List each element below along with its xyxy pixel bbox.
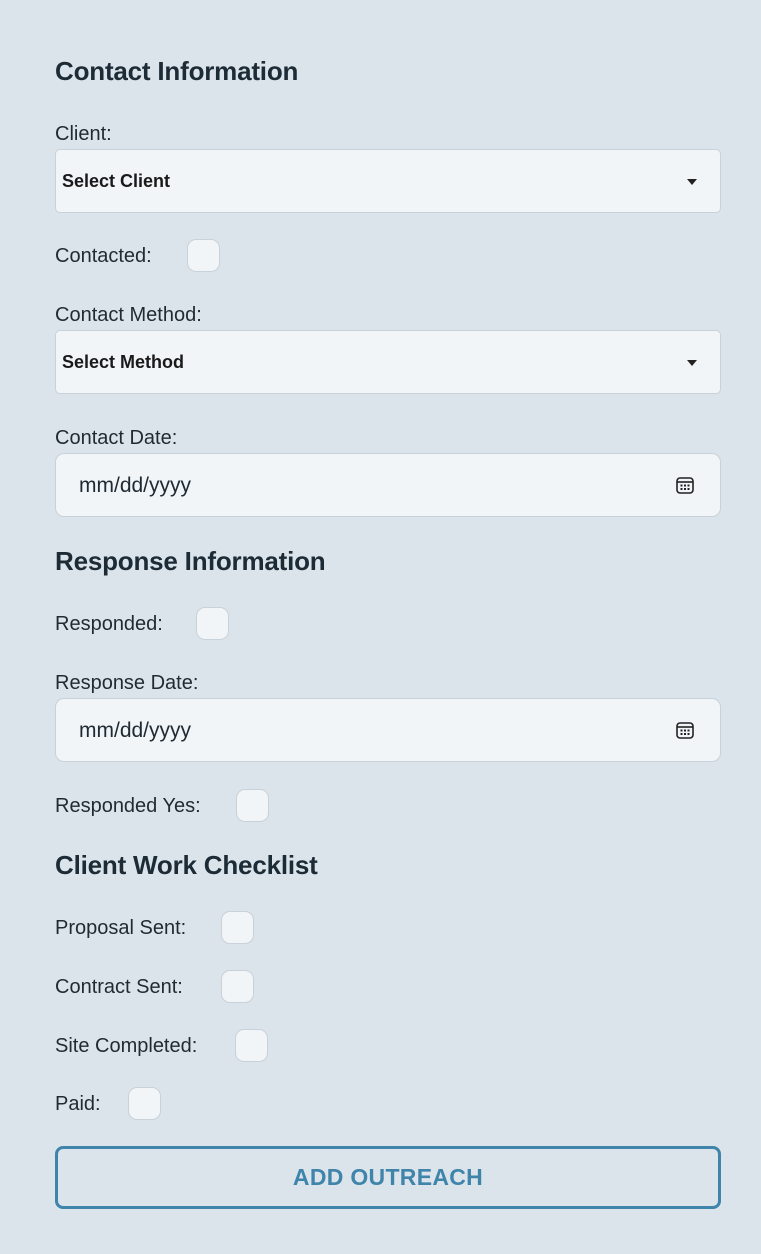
paid-checkbox[interactable] xyxy=(128,1087,161,1120)
contact-method-label: Contact Method: xyxy=(55,304,202,326)
calendar-icon[interactable] xyxy=(675,475,695,495)
contact-method-select[interactable]: Select Method xyxy=(55,330,721,394)
contract-sent-checkbox[interactable] xyxy=(221,970,254,1003)
paid-label: Paid: xyxy=(55,1093,101,1115)
site-completed-checkbox[interactable] xyxy=(235,1029,268,1062)
contacted-checkbox[interactable] xyxy=(187,239,220,272)
response-section-title: Response Information xyxy=(55,546,326,576)
add-outreach-button[interactable]: ADD OUTREACH xyxy=(55,1146,721,1209)
chevron-down-icon xyxy=(687,360,697,366)
contact-date-placeholder: mm/dd/yyyy xyxy=(79,474,192,497)
contact-date-label: Contact Date: xyxy=(55,427,178,449)
responded-checkbox[interactable] xyxy=(196,607,229,640)
client-select-value: Select Client xyxy=(62,171,171,191)
proposal-sent-label: Proposal Sent: xyxy=(55,917,187,939)
chevron-down-icon xyxy=(687,179,697,185)
response-date-input[interactable]: mm/dd/yyyy xyxy=(55,698,721,762)
client-select[interactable]: Select Client xyxy=(55,149,721,213)
site-completed-label: Site Completed: xyxy=(55,1035,198,1057)
response-date-label: Response Date: xyxy=(55,672,199,694)
responded-label: Responded: xyxy=(55,613,163,635)
contact-method-select-value: Select Method xyxy=(62,352,185,372)
client-label: Client: xyxy=(55,123,112,145)
responded-yes-label: Responded Yes: xyxy=(55,795,201,817)
responded-yes-checkbox[interactable] xyxy=(236,789,269,822)
response-date-placeholder: mm/dd/yyyy xyxy=(79,719,192,742)
contact-date-input[interactable]: mm/dd/yyyy xyxy=(55,453,721,517)
calendar-icon[interactable] xyxy=(675,720,695,740)
contract-sent-label: Contract Sent: xyxy=(55,976,183,998)
proposal-sent-checkbox[interactable] xyxy=(221,911,254,944)
contact-section-title: Contact Information xyxy=(55,56,299,86)
contacted-label: Contacted: xyxy=(55,245,152,267)
checklist-section-title: Client Work Checklist xyxy=(55,850,318,880)
